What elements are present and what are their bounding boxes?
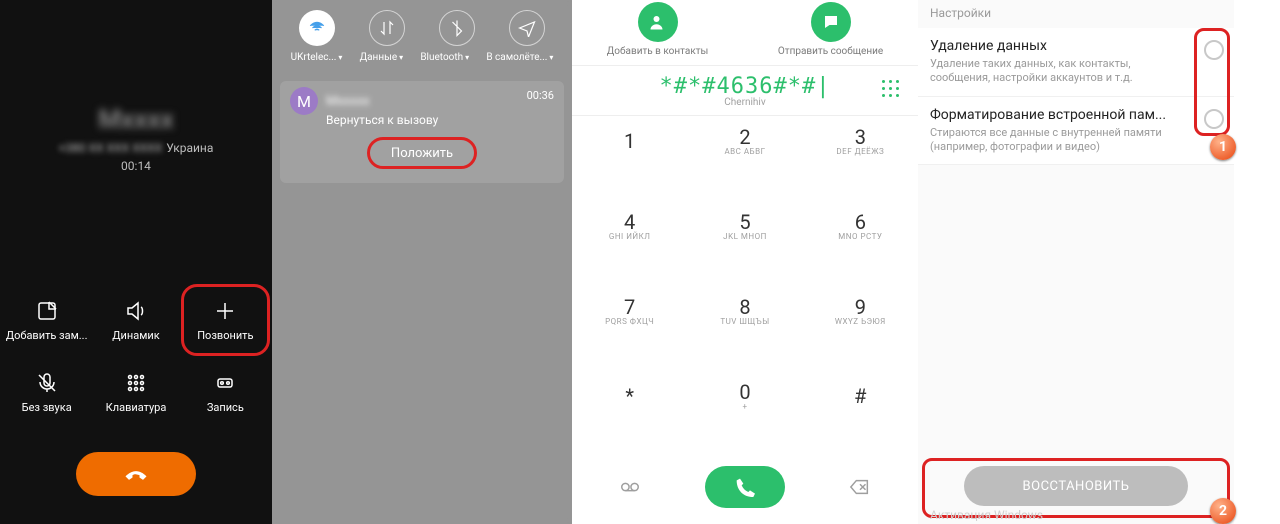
phone-down-icon: [122, 460, 150, 488]
highlight-annotation: [1194, 28, 1230, 136]
bluetooth-label[interactable]: Bluetooth: [420, 52, 469, 63]
option-format-storage[interactable]: Форматирование встроенной пам... Стирают…: [918, 97, 1234, 166]
key-1[interactable]: 1: [572, 116, 687, 164]
panel-in-call: Mxxxx +380 XX XXX XXXXУкраина 00:14 Доба…: [0, 0, 272, 524]
call-duration: 00:14: [121, 159, 151, 173]
bluetooth-toggle[interactable]: [439, 10, 475, 46]
callout-2: 2: [1210, 498, 1236, 524]
restore-button[interactable]: ВОССТАНОВИТЬ: [964, 466, 1188, 506]
dial-sublabel: Chernihiv: [724, 97, 765, 108]
record-icon: [213, 371, 237, 395]
plus-icon: [213, 299, 237, 323]
speaker-button[interactable]: Динамик: [91, 284, 180, 356]
contact-number: +380 XX XXX XXXXУкраина: [59, 141, 214, 155]
wifi-toggle[interactable]: [299, 10, 335, 46]
call-duration: 00:36: [527, 89, 554, 102]
speaker-icon: [124, 299, 148, 323]
hangup-row: [0, 438, 272, 524]
airplane-label[interactable]: В самолёте...: [486, 52, 553, 63]
key-9[interactable]: 9WXYZ ЬЭЮЯ: [803, 286, 918, 334]
quick-settings: UKrtelec... Данные Bluetooth В самолёте.…: [272, 0, 572, 69]
key-hash[interactable]: #: [803, 371, 918, 419]
airplane-icon: [518, 19, 536, 37]
contact-name: Mxxxx: [98, 105, 173, 135]
person-add-icon: [638, 2, 678, 42]
add-contact-button[interactable]: Добавить в контакты: [607, 2, 709, 57]
bluetooth-icon: [448, 19, 466, 37]
add-call-button[interactable]: Позвонить: [181, 284, 270, 356]
ongoing-call-notification[interactable]: 00:36 М Mxxxxx Вернуться к вызову Положи…: [280, 81, 564, 183]
backspace-button[interactable]: [803, 476, 918, 498]
send-message-button[interactable]: Отправить сообщение: [778, 2, 883, 57]
contact-name: Mxxxxx: [326, 94, 370, 109]
voicemail-icon: [619, 476, 641, 498]
data-label[interactable]: Данные: [360, 52, 404, 63]
panel-factory-reset: Настройки Удаление данных Удаление таких…: [918, 0, 1234, 524]
option-delete-data[interactable]: Удаление данных Удаление таких данных, к…: [918, 28, 1234, 97]
end-call-button[interactable]: Положить: [367, 137, 477, 169]
airplane-toggle[interactable]: [509, 10, 545, 46]
panel-dialer: Добавить в контакты Отправить сообщение …: [572, 0, 918, 524]
key-6[interactable]: 6MNO РСТУ: [803, 201, 918, 249]
dial-display: *#*#4636#*#| Chernihiv: [572, 65, 918, 115]
dial-input[interactable]: *#*#4636#*#|: [660, 74, 831, 99]
panel-notification-shade: UKrtelec... Данные Bluetooth В самолёте.…: [272, 0, 572, 524]
call-action-grid: Добавить зам... Динамик Позвонить Без зв…: [0, 278, 272, 438]
wifi-icon: [308, 19, 326, 37]
key-5[interactable]: 5JKL МНОП: [687, 201, 802, 249]
data-icon: [378, 19, 396, 37]
keypad-button[interactable]: Клавиатура: [91, 356, 180, 428]
reset-options: Удаление данных Удаление таких данных, к…: [918, 28, 1234, 165]
dial-button[interactable]: [705, 466, 785, 508]
voicemail-button[interactable]: [572, 476, 687, 498]
key-star[interactable]: *: [572, 371, 687, 419]
key-4[interactable]: 4GHI ИЙКЛ: [572, 201, 687, 249]
windows-watermark: Активация Windows: [930, 508, 1043, 522]
callout-1: 1: [1210, 134, 1236, 160]
key-0[interactable]: 0+: [687, 371, 802, 419]
add-note-button[interactable]: Добавить зам...: [2, 284, 91, 356]
note-icon: [35, 299, 59, 323]
data-toggle[interactable]: [369, 10, 405, 46]
key-8[interactable]: 8TUV ШЩЪЫ: [687, 286, 802, 334]
message-icon: [811, 2, 851, 42]
hangup-button[interactable]: [76, 452, 196, 496]
return-to-call: Вернуться к вызову: [326, 113, 554, 127]
key-3[interactable]: 3DEF ДЕЁЖЗ: [803, 116, 918, 164]
mute-button[interactable]: Без звука: [2, 356, 91, 428]
dialpad-icon: [124, 371, 148, 395]
record-button[interactable]: Запись: [181, 356, 270, 428]
avatar: М: [290, 87, 318, 115]
wifi-label[interactable]: UKrtelec...: [291, 52, 343, 63]
call-info: Mxxxx +380 XX XXX XXXXУкраина 00:14: [0, 0, 272, 278]
key-2[interactable]: 2ABC АБВГ: [687, 116, 802, 164]
settings-header: Настройки: [918, 0, 1234, 28]
key-7[interactable]: 7PQRS ФХЦЧ: [572, 286, 687, 334]
phone-icon: [735, 477, 755, 497]
menu-dots-icon[interactable]: [882, 80, 900, 98]
backspace-icon: [849, 476, 871, 498]
keypad: 1 2ABC АБВГ 3DEF ДЕЁЖЗ 4GHI ИЙКЛ 5JKL МН…: [572, 115, 918, 456]
mic-off-icon: [35, 371, 59, 395]
